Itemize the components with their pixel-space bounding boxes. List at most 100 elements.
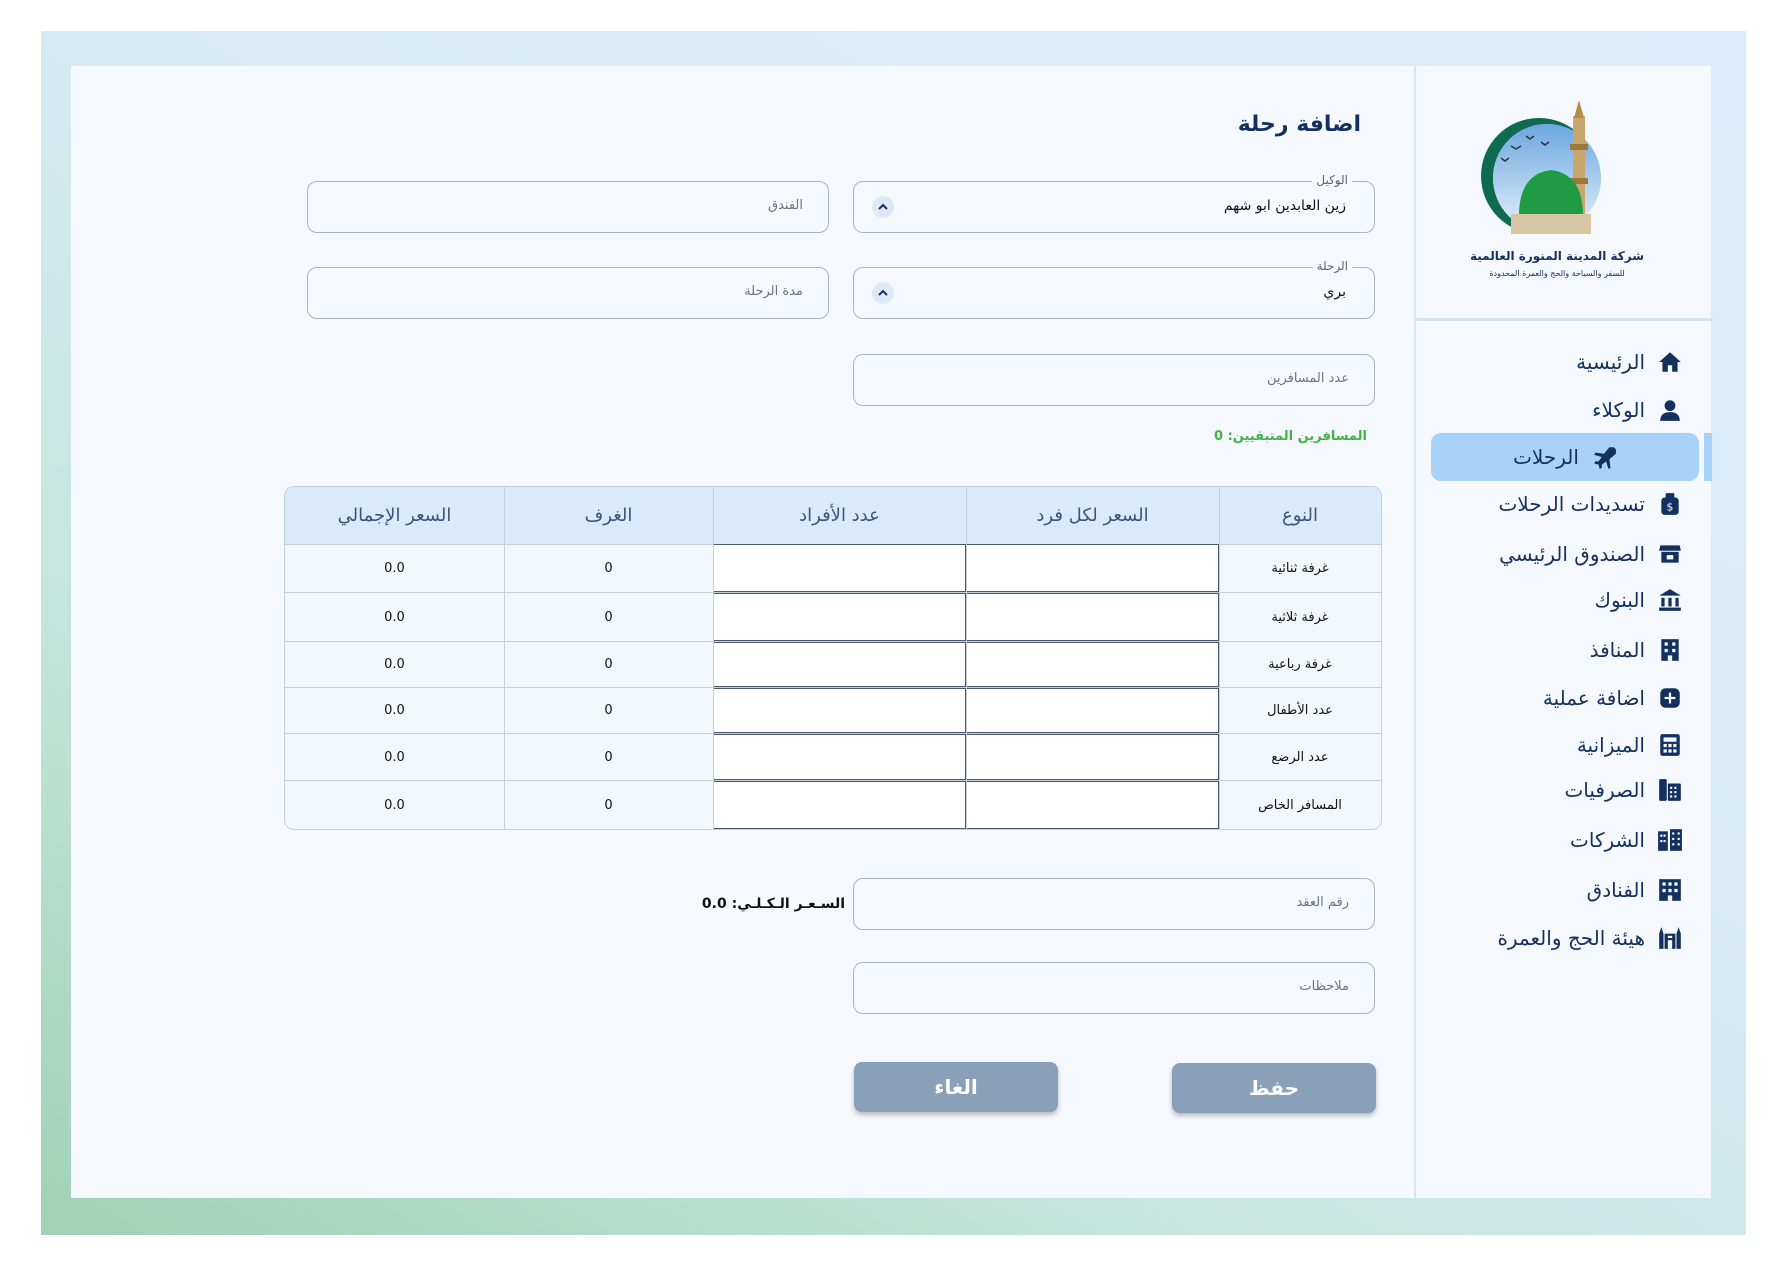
sidebar-item-home[interactable]: الرئيسية — [1576, 338, 1683, 386]
header-persons: عدد الأفراد — [799, 505, 880, 526]
persons-input[interactable] — [713, 593, 966, 641]
remaining-travelers: المسافرين المتبقيين: 0 — [1214, 429, 1367, 444]
row-type: المسافر الخاص — [1258, 797, 1342, 813]
table-row: عدد الأطفال 0 0.0 — [285, 688, 1381, 734]
header-price-per-person: السعر لكل فرد — [1036, 505, 1149, 526]
active-indicator — [1704, 433, 1712, 481]
plus-square-icon — [1660, 688, 1680, 708]
row-total: 0.0 — [384, 749, 405, 765]
sidebar-divider — [1416, 318, 1713, 321]
price-per-person-input[interactable] — [966, 781, 1219, 829]
sidebar-item-label: الرئيسية — [1576, 350, 1645, 374]
row-type: عدد الأطفال — [1267, 703, 1333, 718]
row-rooms: 0 — [604, 609, 613, 625]
company-tagline: للسفر والسياحة والحج والعمرة المحدودة — [1489, 269, 1624, 278]
sidebar-item-outlets[interactable]: المنافذ — [1590, 626, 1683, 674]
notes-placeholder: ملاحظات — [1299, 979, 1349, 994]
row-type: غرفة ثنائية — [1271, 560, 1329, 576]
company-name: شركة المدينة المنورة العالمية — [1471, 249, 1644, 264]
duration-field[interactable]: مدة الرحلة — [307, 267, 829, 319]
sidebar-item-label: الصندوق الرئيسي — [1499, 542, 1645, 566]
sidebar-item-add-operation[interactable]: اضافة عملية — [1543, 674, 1683, 722]
airplane-icon — [1594, 447, 1616, 469]
sidebar-item-label: هيئة الحج والعمرة — [1497, 926, 1645, 950]
row-rooms: 0 — [604, 797, 613, 813]
sidebar-item-trip-payments[interactable]: تسديدات الرحلات $ — [1498, 480, 1683, 528]
row-type: غرفة رباعية — [1268, 657, 1332, 672]
sidebar-item-label: اضافة عملية — [1542, 686, 1645, 710]
sidebar-item-label: الفنادق — [1586, 878, 1645, 902]
row-total: 0.0 — [384, 609, 405, 625]
cash-box-icon — [1659, 545, 1681, 563]
contract-placeholder: رقم العقد — [1296, 895, 1349, 910]
persons-input[interactable] — [713, 734, 966, 780]
table-row: غرفة رباعية 0 0.0 — [285, 642, 1381, 688]
sidebar-item-hajj-authority[interactable]: هيئة الحج والعمرة — [1497, 914, 1683, 962]
table-row: المسافر الخاص 0 0.0 — [285, 781, 1381, 829]
total-price-label: السـعـر الـكـلـي: 0.0 — [701, 896, 845, 912]
hotel-field[interactable]: الفندق — [307, 181, 829, 233]
trip-value: بري — [1323, 284, 1346, 300]
column-divider — [1219, 487, 1220, 829]
sidebar-item-label: المنافذ — [1589, 638, 1645, 662]
persons-input[interactable] — [713, 544, 966, 592]
sidebar-item-trips[interactable]: الرحلات — [1431, 433, 1699, 481]
cancel-button[interactable]: الغاء — [854, 1062, 1058, 1112]
price-per-person-input[interactable] — [966, 642, 1219, 687]
sidebar-item-label: الوكلاء — [1592, 398, 1645, 422]
price-per-person-input[interactable] — [966, 734, 1219, 780]
persons-input[interactable] — [713, 642, 966, 687]
contract-number-field[interactable]: رقم العقد — [853, 878, 1375, 930]
trip-select[interactable]: الرحلة بري — [853, 259, 1375, 319]
kaaba-icon — [1659, 927, 1681, 949]
row-type: غرفة ثلاثية — [1271, 609, 1329, 625]
sidebar-item-label: الصرفيات — [1564, 778, 1645, 802]
persons-input[interactable] — [713, 781, 966, 829]
save-button[interactable]: حفظ — [1172, 1063, 1376, 1113]
buildings-icon — [1658, 829, 1682, 851]
column-divider — [504, 487, 505, 829]
persons-input[interactable] — [713, 688, 966, 733]
company-logo: شركة المدينة المنورة العالمية للسفر والس… — [1470, 96, 1661, 296]
agent-icon — [1660, 400, 1680, 421]
sidebar: شركة المدينة المنورة العالمية للسفر والس… — [1414, 66, 1713, 1198]
calculator-icon — [1660, 734, 1680, 756]
table-header: النوع السعر لكل فرد عدد الأفراد الغرف ال… — [285, 487, 1381, 545]
chevron-up-icon[interactable] — [872, 282, 894, 304]
row-rooms: 0 — [604, 749, 613, 765]
pricing-table: النوع السعر لكل فرد عدد الأفراد الغرف ال… — [284, 486, 1382, 830]
price-per-person-input[interactable] — [966, 593, 1219, 641]
sidebar-item-expenses[interactable]: الصرفيات — [1564, 766, 1683, 814]
price-per-person-input[interactable] — [966, 544, 1219, 592]
sidebar-item-hotels[interactable]: الفنادق — [1587, 866, 1683, 914]
travelers-placeholder: عدد المسافرين — [1266, 371, 1349, 386]
building-icon — [1661, 639, 1679, 661]
app-window: شركة المدينة المنورة العالمية للسفر والس… — [71, 66, 1713, 1198]
agent-value: زين العابدين ابو شهم — [1223, 198, 1346, 214]
table-row: غرفة ثلاثية 0 0.0 — [285, 593, 1381, 642]
row-rooms: 0 — [604, 560, 613, 576]
sidebar-item-label: الشركات — [1570, 828, 1645, 852]
hotel-icon — [1659, 879, 1681, 901]
row-total: 0.0 — [384, 560, 405, 576]
table-row: غرفة ثنائية 0 0.0 — [285, 544, 1381, 593]
notes-field[interactable]: ملاحظات — [853, 962, 1375, 1014]
row-total: 0.0 — [384, 657, 405, 672]
column-divider — [966, 487, 967, 829]
travelers-count-field[interactable]: عدد المسافرين — [853, 354, 1375, 406]
chevron-up-icon[interactable] — [872, 196, 894, 218]
sidebar-item-companies[interactable]: الشركات — [1570, 816, 1683, 864]
price-per-person-input[interactable] — [966, 688, 1219, 733]
sidebar-item-budget[interactable]: الميزانية — [1577, 721, 1683, 769]
home-icon — [1659, 352, 1681, 372]
sidebar-item-label: تسديدات الرحلات — [1498, 492, 1645, 516]
sidebar-item-main-fund[interactable]: الصندوق الرئيسي — [1499, 530, 1683, 578]
sidebar-item-banks[interactable]: البنوك — [1594, 576, 1683, 624]
agent-select[interactable]: الوكيل زين العابدين ابو شهم — [853, 173, 1375, 233]
sidebar-item-label: البنوك — [1594, 588, 1645, 612]
table-row: عدد الرضع 0 0.0 — [285, 734, 1381, 781]
trip-legend: الرحلة — [1312, 259, 1352, 273]
sidebar-item-agents[interactable]: الوكلاء — [1592, 386, 1683, 434]
column-divider — [713, 487, 714, 829]
row-total: 0.0 — [384, 797, 405, 813]
